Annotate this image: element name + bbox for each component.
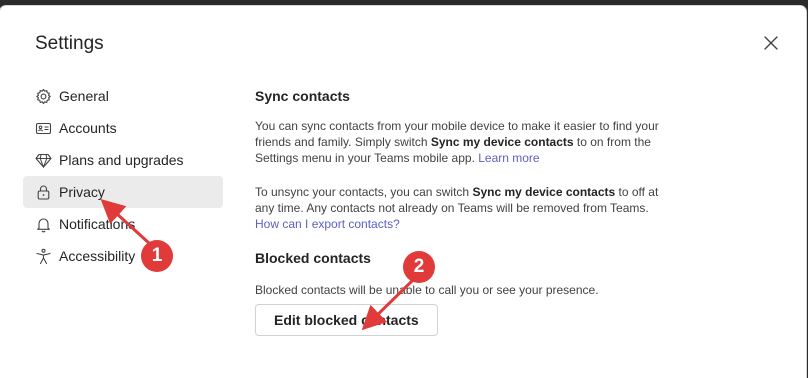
close-button[interactable] (760, 32, 782, 54)
settings-nav: General Accounts Plans and upgrades Priv… (23, 80, 223, 272)
export-contacts-link[interactable]: How can I export contacts? (255, 217, 400, 231)
nav-item-accounts[interactable]: Accounts (23, 112, 223, 144)
nav-label-accounts: Accounts (59, 120, 117, 136)
diamond-icon (34, 151, 52, 169)
nav-item-accessibility[interactable]: Accessibility (23, 240, 223, 272)
edit-blocked-contacts-button[interactable]: Edit blocked contacts (255, 304, 438, 336)
sync-setting-name: Sync my device contacts (430, 135, 574, 149)
sync-contacts-description: You can sync contacts from your mobile d… (255, 118, 675, 166)
annotation-badge-2: 2 (403, 251, 435, 283)
nav-item-plans[interactable]: Plans and upgrades (23, 144, 223, 176)
id-card-icon (34, 119, 52, 137)
gear-icon (34, 87, 52, 105)
lock-icon (34, 183, 52, 201)
accessibility-icon (34, 247, 52, 265)
blocked-contacts-heading: Blocked contacts (255, 250, 371, 266)
learn-more-link[interactable]: Learn more (478, 151, 539, 165)
unsync-text: To unsync your contacts, you can switch (255, 185, 473, 199)
unsync-description: To unsync your contacts, you can switch … (255, 184, 675, 232)
nav-item-general[interactable]: General (23, 80, 223, 112)
nav-label-privacy: Privacy (59, 184, 105, 200)
nav-item-notifications[interactable]: Notifications (23, 208, 223, 240)
sync-contacts-heading: Sync contacts (255, 88, 350, 104)
bell-icon (34, 215, 52, 233)
nav-label-accessibility: Accessibility (59, 248, 136, 264)
sync-setting-name: Sync my device contacts (472, 185, 616, 199)
nav-label-general: General (59, 88, 109, 104)
dialog-title: Settings (35, 33, 104, 54)
settings-dialog: Settings General Accounts Plans and upgr… (0, 6, 806, 378)
nav-label-plans: Plans and upgrades (59, 152, 184, 168)
blocked-contacts-description: Blocked contacts will be unable to call … (255, 283, 599, 297)
nav-label-notifications: Notifications (59, 216, 136, 232)
annotation-badge-1: 1 (141, 240, 173, 272)
nav-item-privacy[interactable]: Privacy (23, 176, 223, 208)
privacy-panel: Sync contacts You can sync contacts from… (255, 88, 675, 336)
close-icon (764, 36, 778, 50)
